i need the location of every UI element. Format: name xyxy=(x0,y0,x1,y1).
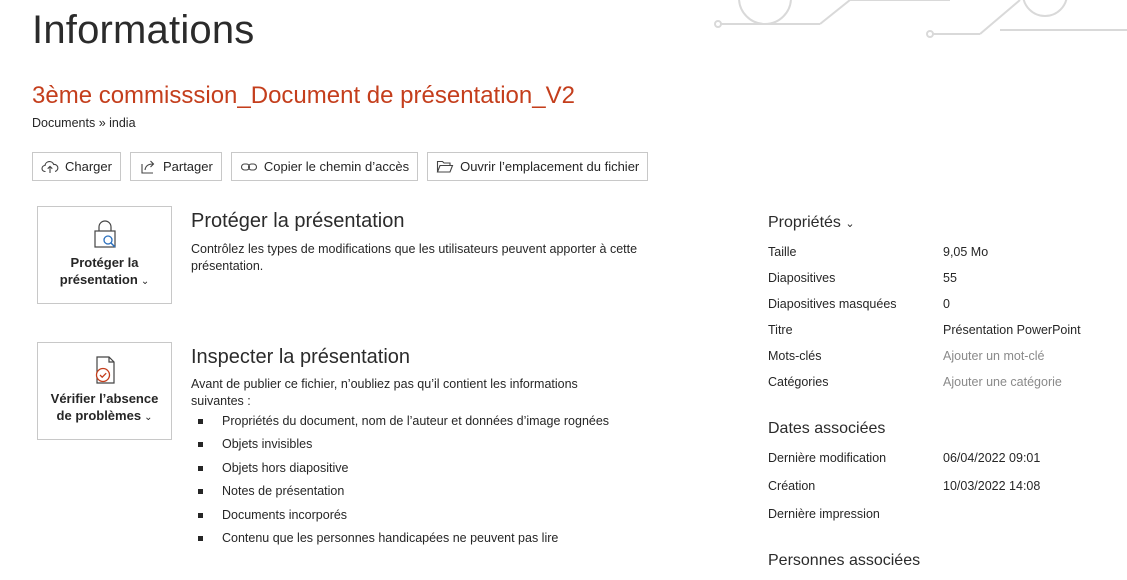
protect-section-title: Protéger la présentation xyxy=(191,210,405,232)
chevron-down-icon: ⌄ xyxy=(140,276,150,287)
open-location-label: Ouvrir l’emplacement du fichier xyxy=(460,159,640,174)
protect-tile-line1: Protéger la xyxy=(70,255,139,270)
date-row: Dernière impression xyxy=(768,507,1123,521)
date-key: Dernière impression xyxy=(768,507,880,521)
property-key: Mots-clés xyxy=(768,349,822,363)
people-heading: Personnes associées xyxy=(768,552,921,569)
inspect-section-description: Avant de publier ce fichier, n’oubliez p… xyxy=(191,377,578,408)
check-issues-tile-line2: de problèmes xyxy=(56,408,142,423)
property-value: 55 xyxy=(943,271,957,285)
property-value: 0 xyxy=(943,297,950,311)
inspect-section-title: Inspecter la présentation xyxy=(191,346,411,368)
chevron-down-icon: ⌄ xyxy=(845,218,855,230)
date-value: 10/03/2022 14:08 xyxy=(943,479,1041,493)
dates-heading: Dates associées xyxy=(768,420,886,437)
property-key: Catégories xyxy=(768,375,829,389)
title-field[interactable]: Présentation PowerPoint xyxy=(943,323,1081,337)
protect-presentation-button[interactable]: Protéger la présentation ⌄ xyxy=(37,206,172,304)
property-key: Titre xyxy=(768,323,793,337)
protect-section-description: Contrôlez les types de modifications que… xyxy=(191,242,638,273)
link-icon xyxy=(240,162,257,171)
share-button[interactable]: Partager xyxy=(129,152,222,181)
date-row: Dernière modification 06/04/2022 09:01 xyxy=(768,451,1123,465)
properties-heading[interactable]: Propriétés ⌄ xyxy=(768,214,855,232)
copy-path-button[interactable]: Copier le chemin d’accès xyxy=(230,152,419,181)
categories-field[interactable]: Ajouter une catégorie xyxy=(943,375,1062,389)
property-row: Taille 9,05 Mo xyxy=(768,245,1123,259)
date-row: Création 10/03/2022 14:08 xyxy=(768,479,1123,493)
upload-button[interactable]: Charger xyxy=(32,152,121,181)
list-item: Documents incorporés xyxy=(191,508,609,531)
property-row: Diapositives masquées 0 xyxy=(768,297,1123,311)
cloud-upload-icon xyxy=(41,160,59,173)
inspect-items-list: Propriétés du document, nom de l’auteur … xyxy=(191,414,609,554)
list-item: Propriétés du document, nom de l’auteur … xyxy=(191,414,609,437)
breadcrumb: Documents » india xyxy=(32,116,136,130)
date-key: Création xyxy=(768,479,816,493)
property-row: Titre Présentation PowerPoint xyxy=(768,323,1123,337)
check-issues-tile-label: Vérifier l’absence de problèmes ⌄ xyxy=(51,390,159,426)
properties-heading-label: Propriétés xyxy=(768,214,841,231)
share-icon xyxy=(141,160,155,174)
property-key: Diapositives xyxy=(768,271,836,285)
open-location-button[interactable]: Ouvrir l’emplacement du fichier xyxy=(427,152,649,181)
check-issues-button[interactable]: Vérifier l’absence de problèmes ⌄ xyxy=(37,342,172,440)
document-check-icon xyxy=(95,356,115,384)
property-value: 9,05 Mo xyxy=(943,245,989,259)
property-key: Taille xyxy=(768,245,797,259)
date-key: Dernière modification xyxy=(768,451,887,465)
list-item: Objets invisibles xyxy=(191,437,609,460)
file-toolbar: Charger Partager Copier le chemin d’accè… xyxy=(32,152,649,181)
chevron-down-icon: ⌄ xyxy=(144,412,153,423)
document-title: 3ème commisssion_Document de présentatio… xyxy=(32,82,575,109)
property-row: Mots-clés Ajouter un mot-clé xyxy=(768,349,1123,363)
property-key: Diapositives masquées xyxy=(768,297,897,311)
list-item: Notes de présentation xyxy=(191,484,609,507)
circuit-decoration-icon xyxy=(714,0,1127,38)
list-item: Contenu que les personnes handicapées ne… xyxy=(191,531,609,554)
page-title: Informations xyxy=(32,8,255,52)
date-value: 06/04/2022 09:01 xyxy=(943,451,1041,465)
list-item: Objets hors diapositive xyxy=(191,461,609,484)
keywords-field[interactable]: Ajouter un mot-clé xyxy=(943,349,1044,363)
check-issues-tile-line1: Vérifier l’absence xyxy=(50,391,159,406)
folder-open-icon xyxy=(436,160,454,173)
property-row: Catégories Ajouter une catégorie xyxy=(768,375,1123,389)
share-label: Partager xyxy=(162,159,213,174)
protect-tile-line2: présentation xyxy=(59,272,138,287)
copy-path-label: Copier le chemin d’accès xyxy=(263,159,410,174)
upload-label: Charger xyxy=(65,159,112,174)
property-row: Diapositives 55 xyxy=(768,271,1123,285)
lock-search-icon xyxy=(93,220,116,248)
protect-tile-label: Protéger la présentation ⌄ xyxy=(60,254,149,290)
